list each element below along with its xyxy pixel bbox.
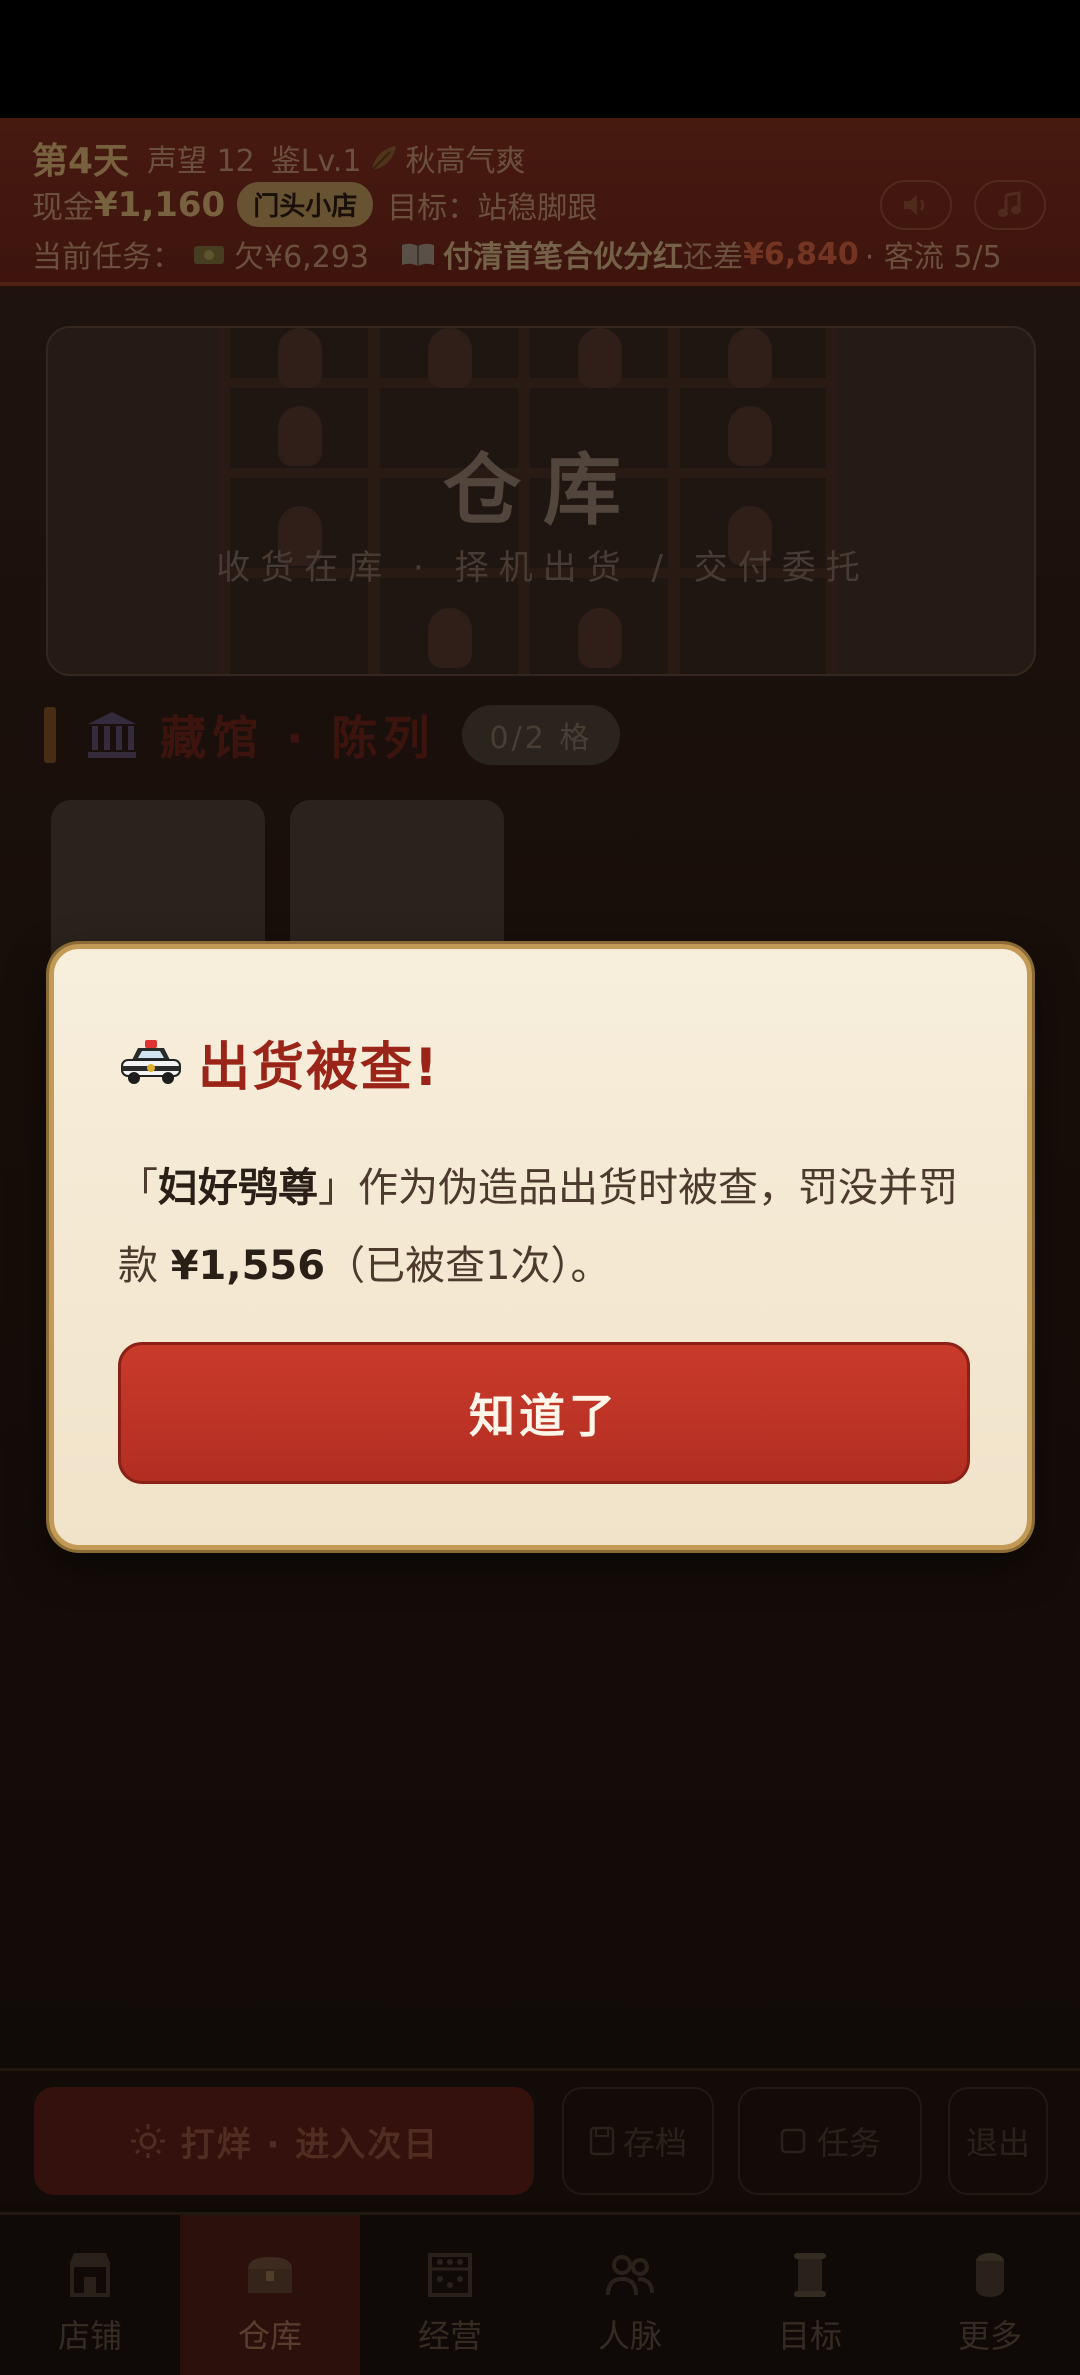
inspection-count: （已被查1次）。 — [325, 1243, 611, 1289]
dialog-title: 出货被查! — [198, 1038, 440, 1098]
quote-close: 」 — [318, 1165, 358, 1211]
dialog-message: 「妇好鸮尊」作为伪造品出货时被查，罚没并罚款 ¥1,556（已被查1次）。 — [118, 1149, 978, 1305]
item-name: 妇好鸮尊 — [158, 1165, 318, 1211]
quote-open: 「 — [118, 1165, 158, 1211]
dialog-header: 出货被查! — [118, 1025, 440, 1100]
acknowledge-button[interactable]: 知道了 — [118, 1342, 970, 1484]
inspection-dialog: 出货被查! 「妇好鸮尊」作为伪造品出货时被查，罚没并罚款 ¥1,556（已被查1… — [49, 944, 1032, 1550]
police-car-icon — [121, 1039, 181, 1084]
status-bar — [0, 0, 1080, 118]
fine-amount: ¥1,556 — [170, 1243, 326, 1289]
